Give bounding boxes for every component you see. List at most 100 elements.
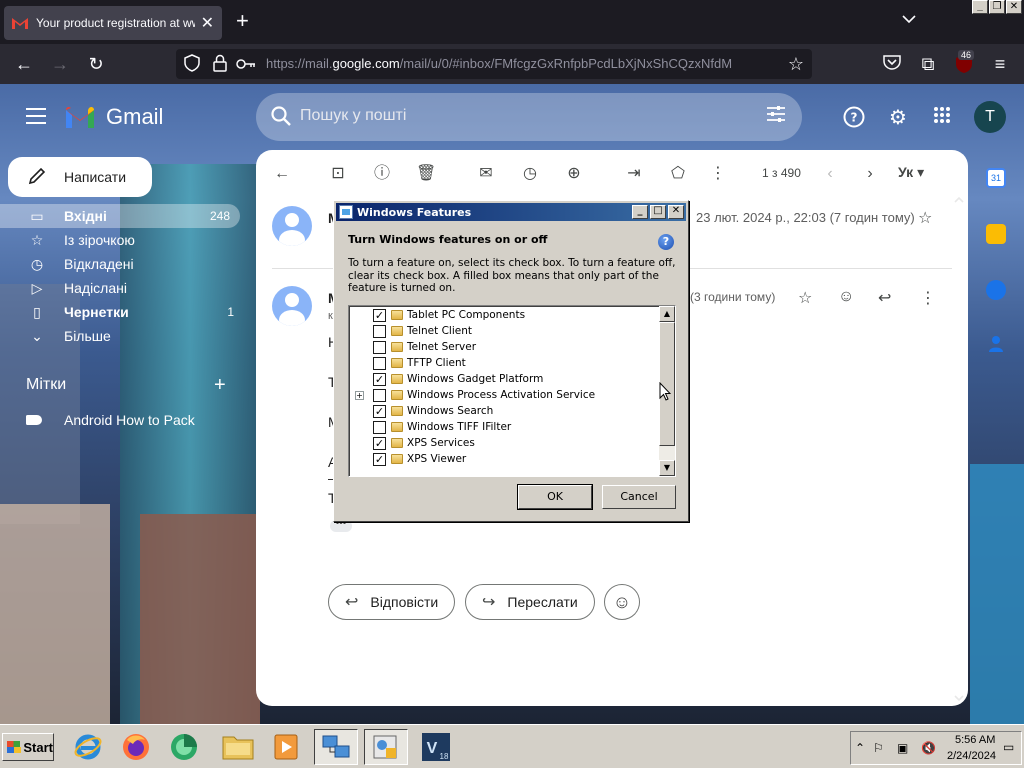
pocket-icon[interactable] (882, 54, 902, 74)
compose-button[interactable]: Написати (8, 157, 152, 197)
reload-icon[interactable]: ↻ (86, 54, 106, 74)
feature-checkbox[interactable] (373, 356, 386, 370)
forward-icon[interactable]: → (50, 54, 70, 74)
show-hidden-icons-icon[interactable]: ⌃ (855, 741, 865, 755)
feature-row[interactable]: Windows TIFF IFilter (349, 419, 659, 435)
input-tools-button[interactable]: Ук ▾ (898, 164, 924, 181)
minimize-icon[interactable]: _ (632, 205, 648, 219)
settings-gear-icon[interactable]: ⚙ (886, 106, 910, 130)
feature-checkbox[interactable]: ✓ (373, 308, 386, 322)
search-icon[interactable] (270, 105, 292, 127)
search-input[interactable]: Пошук у пошті (300, 107, 406, 125)
sidebar-item-starred[interactable]: ☆ Із зірочкою (0, 228, 244, 252)
reply-button[interactable]: ↩ Відповісти (328, 584, 456, 620)
more-options-icon[interactable]: ⋮ (920, 288, 936, 308)
action-center-flag-icon[interactable]: ⚐ (873, 741, 884, 755)
calendar-icon[interactable]: 31 (986, 168, 1006, 188)
tab-close-icon[interactable]: ✕ (201, 13, 214, 33)
move-to-icon[interactable]: ⇥ (624, 164, 644, 184)
feature-row[interactable]: ✓ Windows Gadget Platform (349, 371, 659, 387)
scrollbar[interactable] (952, 194, 966, 704)
older-icon[interactable]: › (860, 164, 880, 184)
feature-row[interactable]: + Windows Process Activation Service (349, 387, 659, 403)
expand-icon[interactable]: + (355, 390, 364, 400)
feature-checkbox[interactable] (373, 388, 386, 402)
minimize-icon[interactable]: _ (972, 0, 988, 14)
add-task-icon[interactable]: ⊕ (564, 164, 584, 184)
maximize-icon[interactable]: □ (650, 205, 666, 219)
firefox-icon[interactable] (114, 729, 158, 765)
show-desktop-icon[interactable]: ▭ (1003, 740, 1014, 754)
feature-row[interactable]: ✓ Tablet PC Components (349, 307, 659, 323)
clock-date[interactable]: 2/24/2024 (947, 750, 996, 762)
sidebar-item-sent[interactable]: ▷ Надіслані (0, 276, 244, 300)
delete-icon[interactable]: 🗑 (416, 164, 436, 184)
ok-button[interactable]: OK (517, 484, 593, 510)
shield-icon[interactable] (182, 54, 202, 74)
feature-row[interactable]: ✓ XPS Viewer (349, 451, 659, 467)
snooze-icon[interactable]: ◷ (520, 164, 540, 184)
labels-icon[interactable]: ⬠ (668, 164, 688, 184)
newer-icon[interactable]: ‹ (820, 164, 840, 184)
new-tab-icon[interactable]: + (236, 10, 249, 32)
emoji-react-icon[interactable]: ☺ (838, 288, 854, 306)
sidebar-item-snoozed[interactable]: ◷ Відкладені (0, 252, 244, 276)
emoji-button[interactable]: ☺ (604, 584, 640, 620)
scroll-up-icon[interactable]: ▲ (659, 306, 675, 322)
feature-checkbox[interactable]: ✓ (373, 372, 386, 386)
feature-checkbox[interactable]: ✓ (373, 436, 386, 450)
forward-button[interactable]: ↪ Переслати (465, 584, 595, 620)
star-message-icon[interactable]: ☆ (918, 208, 932, 228)
feature-checkbox[interactable]: ✓ (373, 452, 386, 466)
search-bar[interactable]: Пошук у пошті (256, 93, 802, 141)
back-icon[interactable]: ← (14, 54, 34, 74)
feature-row[interactable]: Telnet Client (349, 323, 659, 339)
sidebar-item-inbox[interactable]: ▭ Вхідні 248 (0, 204, 240, 228)
gmail-brand[interactable]: Gmail (106, 104, 163, 130)
control-panel-icon[interactable] (364, 729, 408, 765)
add-label-icon[interactable]: + (214, 374, 226, 397)
back-to-inbox-icon[interactable]: ← (272, 164, 292, 184)
tasks-icon[interactable] (986, 280, 1006, 300)
sidebar-item-drafts[interactable]: ▯ Чернетки 1 (0, 300, 244, 324)
feature-row[interactable]: ✓ Windows Search (349, 403, 659, 419)
keep-icon[interactable] (986, 224, 1006, 244)
start-button[interactable]: Start (2, 733, 54, 761)
report-spam-icon[interactable]: ⓘ (372, 164, 392, 184)
lock-icon[interactable] (210, 54, 230, 74)
media-icon[interactable] (162, 729, 206, 765)
mark-unread-icon[interactable]: ✉ (476, 164, 496, 184)
network-tray-icon[interactable]: ▣ (897, 741, 908, 755)
gmail-logo-icon[interactable] (64, 106, 96, 130)
account-avatar[interactable]: T (974, 101, 1006, 133)
browser-tab[interactable]: Your product registration at www. ✕ (4, 6, 222, 40)
feature-checkbox[interactable] (373, 420, 386, 434)
main-menu-icon[interactable] (26, 108, 46, 124)
bookmark-star-icon[interactable]: ☆ (786, 54, 806, 74)
volume-muted-icon[interactable]: 🔇 (921, 741, 936, 755)
feature-row[interactable]: TFTP Client (349, 355, 659, 371)
help-icon[interactable]: ? (658, 234, 674, 250)
restore-icon[interactable]: ❐ (989, 0, 1005, 14)
contacts-icon[interactable] (986, 334, 1006, 354)
url-bar[interactable]: https://mail.google.com/mail/u/0/#inbox/… (176, 49, 812, 79)
label-item[interactable]: Android How to Pack (26, 412, 195, 428)
v18-icon[interactable]: V 18 (414, 729, 458, 765)
star-message-icon[interactable]: ☆ (798, 288, 812, 308)
sidebar-item-more[interactable]: ⌄ Більше (0, 324, 244, 348)
app-menu-icon[interactable]: ≡ (990, 54, 1010, 74)
feature-checkbox[interactable]: ✓ (373, 404, 386, 418)
feature-row[interactable]: Telnet Server (349, 339, 659, 355)
close-window-icon[interactable]: ✕ (1006, 0, 1022, 14)
close-icon[interactable]: ✕ (668, 205, 684, 219)
network-icon[interactable] (314, 729, 358, 765)
clock-time[interactable]: 5:56 AM (955, 734, 995, 746)
media-player-icon[interactable] (264, 729, 308, 765)
feature-checkbox[interactable] (373, 324, 386, 338)
url-text[interactable]: https://mail.google.com/mail/u/0/#inbox/… (266, 56, 732, 71)
feature-row[interactable]: ✓ XPS Services (349, 435, 659, 451)
dialog-titlebar[interactable]: Windows Features _ □ ✕ (336, 203, 686, 221)
tab-list-icon[interactable] (902, 12, 916, 27)
scroll-down-icon[interactable]: ▼ (659, 460, 675, 476)
help-icon[interactable]: ? (842, 106, 866, 130)
